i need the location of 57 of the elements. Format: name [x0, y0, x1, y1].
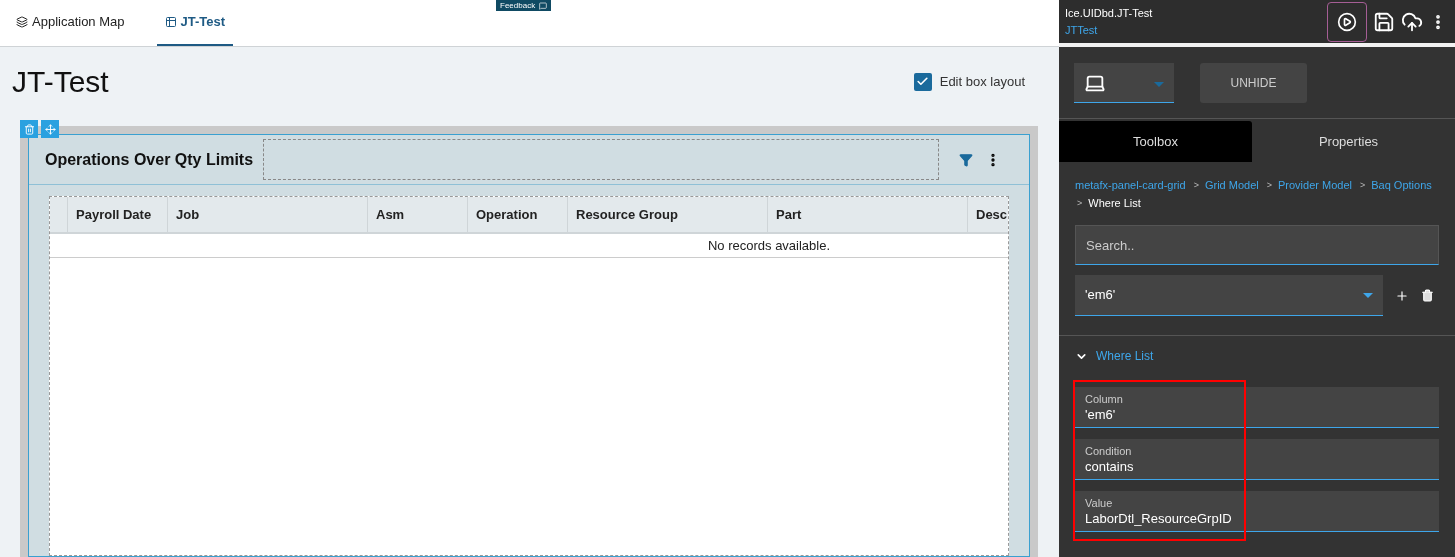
tab[interactable]: JT-Test [156, 8, 234, 46]
field-value: 'em6' [1085, 407, 1117, 422]
breadcrumb-separator: > [1077, 197, 1083, 210]
column-header[interactable]: Resource Group [568, 197, 768, 232]
section-toggle[interactable]: Where List [1059, 347, 1455, 365]
add-icon[interactable] [1395, 288, 1409, 303]
field-label: Column [1085, 392, 1124, 407]
field-label: Value [1085, 496, 1114, 511]
breadcrumb-item[interactable]: Grid Model [1204, 178, 1259, 193]
column-header[interactable]: Part [768, 197, 968, 232]
trash-icon[interactable] [1421, 289, 1434, 302]
table-icon [164, 16, 177, 28]
text-field[interactable]: Condition contains [1075, 439, 1439, 480]
card-title: Operations Over Qty Limits [45, 149, 255, 170]
caret-icon [1363, 292, 1373, 298]
tab[interactable]: Application Map [8, 8, 133, 46]
column-header[interactable]: Asm [368, 197, 468, 232]
text-field[interactable]: Column 'em6' [1075, 387, 1439, 428]
upload-icon[interactable] [1401, 10, 1423, 33]
run-button[interactable] [1327, 1, 1367, 42]
field-label: Condition [1085, 444, 1133, 459]
checkbox-label: Edit box layout [939, 72, 1025, 91]
layer-subtitle: JTTest [1065, 22, 1099, 38]
checkbox[interactable] [913, 72, 932, 91]
device-select[interactable] [1074, 63, 1174, 103]
breadcrumb-item[interactable]: metafx-panel-card-grid [1075, 178, 1186, 193]
breadcrumb-item[interactable]: Baq Options [1371, 178, 1432, 193]
move-icon [44, 123, 56, 135]
empty-message: No records available. [50, 234, 1008, 258]
caret-icon [1154, 82, 1164, 87]
column-header[interactable]: Operation [468, 197, 568, 232]
breadcrumb-separator: > [1266, 179, 1272, 192]
filter-icon[interactable] [959, 152, 973, 167]
trash-icon [23, 123, 35, 135]
page-title: JT-Test [12, 64, 109, 100]
breadcrumb-item[interactable]: Provider Model [1278, 178, 1352, 193]
layer-title: Ice.UIDbd.JT-Test [1065, 5, 1153, 21]
breadcrumb-separator: > [1359, 179, 1366, 192]
save-icon[interactable] [1373, 10, 1395, 33]
panel-tab[interactable]: Toolbox [1059, 121, 1252, 162]
layers-icon [16, 16, 28, 28]
move-handle[interactable] [41, 120, 59, 138]
item-select[interactable]: 'em6' [1075, 275, 1383, 316]
column-header[interactable]: Desc [968, 197, 1008, 232]
check-icon [916, 75, 930, 88]
column-header[interactable]: Payroll Date [68, 197, 168, 232]
field-value: LaborDtl_ResourceGrpID [1085, 511, 1233, 526]
feedback-button[interactable]: Feedback [496, 0, 552, 11]
breadcrumb-item: Where List [1088, 196, 1141, 211]
unhide-button[interactable]: UNHIDE [1200, 63, 1307, 103]
search-field[interactable]: Search.. [1075, 225, 1439, 265]
field-value: contains [1085, 459, 1135, 474]
text-field[interactable]: Value LaborDtl_ResourceGrpID [1075, 491, 1439, 532]
play-icon [1337, 11, 1357, 32]
column-header[interactable]: Job [168, 197, 368, 232]
breadcrumb-separator: > [1193, 179, 1199, 192]
delete-handle[interactable] [20, 120, 38, 138]
